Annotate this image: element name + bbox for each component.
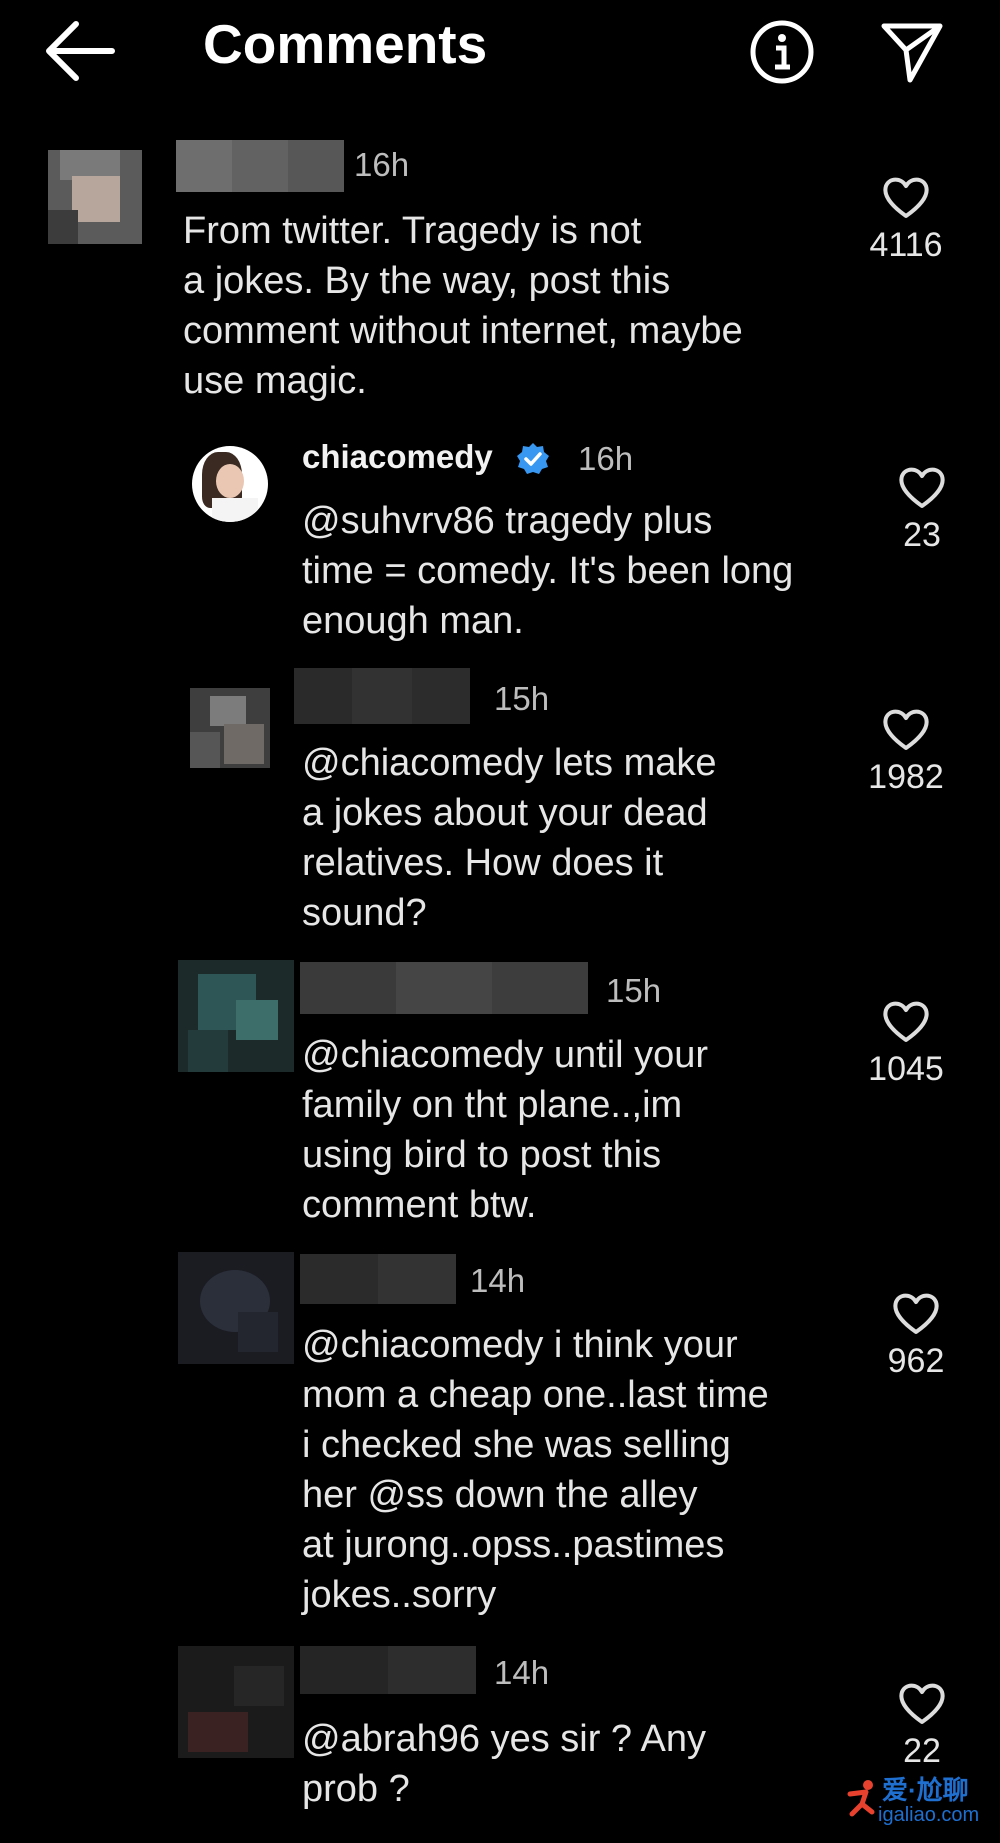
avatar[interactable] xyxy=(178,960,294,1072)
like-count: 22 xyxy=(903,1732,941,1770)
like-count: 23 xyxy=(903,516,941,554)
like-count: 1982 xyxy=(868,758,944,796)
blurred-username[interactable] xyxy=(176,140,344,192)
like-button[interactable]: 23 xyxy=(862,464,982,555)
watermark-logo: 爱·尬聊 igaliao.com xyxy=(842,1770,992,1836)
comment-text: @suhvrv86 tragedy plus time = comedy. It… xyxy=(302,500,794,642)
heart-icon[interactable] xyxy=(897,464,947,510)
comment-text: @abrah96 yes sir ? Any prob ? xyxy=(302,1718,707,1810)
blurred-username[interactable] xyxy=(294,668,470,724)
comment-time: 14h xyxy=(494,1654,550,1691)
comment-time: 16h xyxy=(354,146,410,183)
page-title: Comments xyxy=(203,13,488,75)
comment-text: @chiacomedy until your family on tht pla… xyxy=(302,1034,709,1226)
blurred-username[interactable] xyxy=(300,1646,476,1694)
send-icon[interactable] xyxy=(880,20,944,84)
comment-time: 15h xyxy=(606,972,662,1009)
avatar[interactable] xyxy=(192,446,268,522)
comment-text: @chiacomedy lets make a jokes about your… xyxy=(302,742,717,934)
heart-icon[interactable] xyxy=(897,1680,947,1726)
username[interactable]: chiacomedy xyxy=(302,438,493,476)
like-button[interactable]: 1982 xyxy=(846,706,966,797)
like-count: 4116 xyxy=(869,226,943,264)
comment-text: @chiacomedy i think your mom a cheap one… xyxy=(302,1324,769,1616)
watermark-text: 爱·尬聊 xyxy=(882,1775,969,1805)
info-icon[interactable] xyxy=(749,19,815,85)
like-count: 1045 xyxy=(868,1050,944,1088)
avatar[interactable] xyxy=(178,1646,294,1758)
comment-time: 14h xyxy=(470,1262,526,1299)
avatar[interactable] xyxy=(178,1252,294,1364)
verified-badge-icon xyxy=(517,443,549,474)
like-button[interactable]: 962 xyxy=(856,1290,976,1381)
avatar[interactable] xyxy=(48,150,142,244)
blurred-username[interactable] xyxy=(300,1254,456,1304)
heart-icon[interactable] xyxy=(881,174,931,220)
comment-time: 15h xyxy=(494,680,550,717)
runner-logo-icon xyxy=(847,1780,875,1817)
heart-icon[interactable] xyxy=(891,1290,941,1336)
watermark-url: igaliao.com xyxy=(878,1804,980,1826)
blurred-username[interactable] xyxy=(300,962,588,1014)
like-count: 962 xyxy=(887,1342,945,1380)
back-arrow-icon[interactable] xyxy=(44,18,116,84)
like-button[interactable]: 22 xyxy=(862,1680,982,1771)
heart-icon[interactable] xyxy=(881,998,931,1044)
comment-text: From twitter. Tragedy is not a jokes. By… xyxy=(183,210,743,402)
avatar[interactable] xyxy=(190,688,270,768)
header-bar: Comments xyxy=(0,0,1000,100)
comment-time: 16h xyxy=(578,440,634,477)
like-button[interactable]: 4116 xyxy=(846,174,966,265)
heart-icon[interactable] xyxy=(881,706,931,752)
like-button[interactable]: 1045 xyxy=(846,998,966,1089)
